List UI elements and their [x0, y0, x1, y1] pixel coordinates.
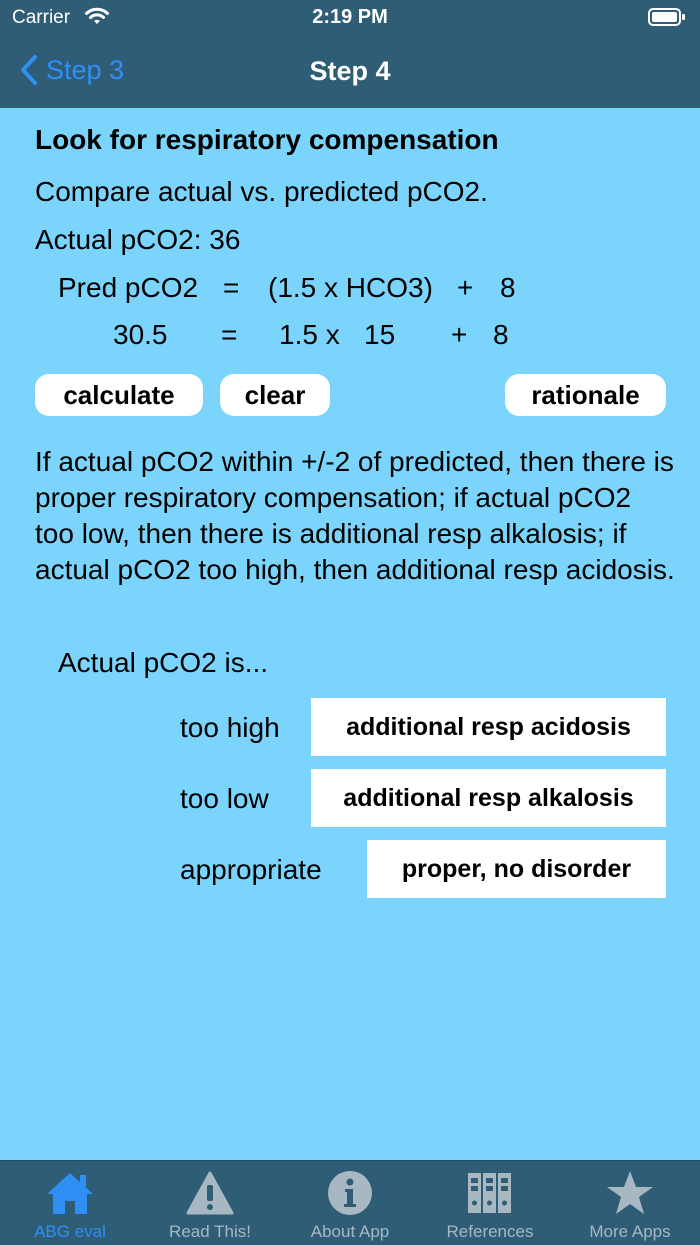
info-icon — [328, 1171, 372, 1215]
tab-bar: ABG eval Read This! About App References… — [0, 1160, 700, 1245]
section-heading: Look for respiratory compensation — [35, 124, 499, 155]
tab-more-apps[interactable]: More Apps — [560, 1161, 700, 1245]
battery-icon — [648, 7, 686, 32]
hco3-value: 15 — [364, 319, 396, 350]
star-icon — [607, 1171, 653, 1214]
formula-expression: (1.5 x HCO3) — [268, 272, 433, 303]
additional-resp-alkalosis-button[interactable]: additional resp alkalosis — [311, 769, 666, 827]
pred-pco2-label: Pred pCO2 — [58, 272, 199, 303]
page-title: Step 4 — [309, 56, 391, 86]
actual-pco2-label: Actual pCO2: 36 — [35, 224, 241, 255]
plus-sign: + — [451, 319, 468, 350]
plus-sign: + — [457, 272, 474, 303]
warning-icon — [186, 1171, 234, 1215]
proper-no-disorder-button[interactable]: proper, no disorder — [367, 840, 666, 898]
option-label-too-high: too high — [180, 712, 280, 743]
tab-label: ABG eval — [34, 1222, 106, 1241]
predicted-value: 30.5 — [113, 319, 168, 350]
tab-abg-eval[interactable]: ABG eval — [0, 1161, 140, 1245]
status-bar: Carrier 2:19 PM — [0, 0, 700, 36]
compare-text: Compare actual vs. predicted pCO2. — [35, 176, 488, 207]
option-label-appropriate: appropriate — [180, 854, 322, 885]
rationale-button[interactable]: rationale — [505, 374, 666, 416]
explanation-text: If actual pCO2 within +/-2 of predicted,… — [35, 446, 675, 585]
tab-label: More Apps — [589, 1222, 671, 1241]
tab-read-this[interactable]: Read This! — [140, 1161, 280, 1245]
calculate-button[interactable]: calculate — [35, 374, 203, 416]
tab-references[interactable]: References — [420, 1161, 560, 1245]
formula-constant: 8 — [500, 272, 516, 303]
clock: 2:19 PM — [312, 6, 388, 28]
equals-sign: = — [221, 319, 238, 350]
tab-label: Read This! — [169, 1222, 251, 1241]
home-icon — [47, 1173, 93, 1214]
equals-sign: = — [223, 272, 240, 303]
question-text: Actual pCO2 is... — [58, 647, 269, 678]
option-label-too-low: too low — [180, 783, 269, 814]
tab-label: References — [446, 1222, 534, 1241]
coefficient-text: 1.5 x — [279, 319, 340, 350]
tab-about-app[interactable]: About App — [280, 1161, 420, 1245]
clear-button[interactable]: clear — [220, 374, 330, 416]
tab-label: About App — [310, 1222, 390, 1241]
additional-resp-acidosis-button[interactable]: additional resp acidosis — [311, 698, 666, 756]
navigation-bar: Step 3 Step 4 — [0, 36, 700, 108]
books-icon — [468, 1173, 511, 1213]
formula-constant: 8 — [493, 319, 509, 350]
